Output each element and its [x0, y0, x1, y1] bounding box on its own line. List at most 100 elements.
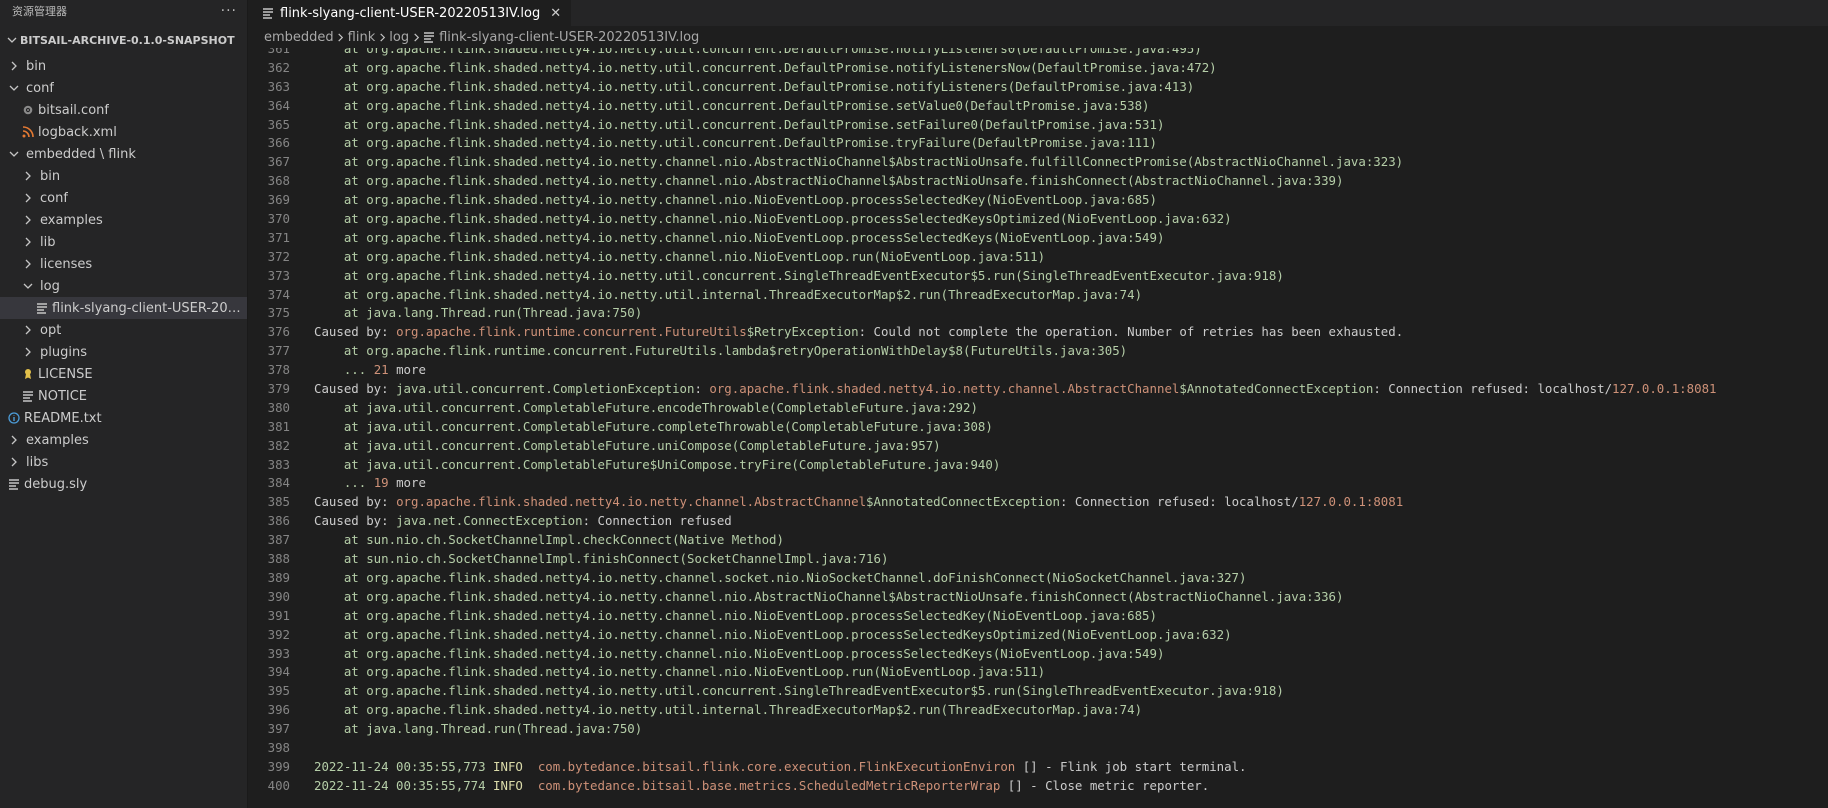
chevron-right-icon: [409, 32, 423, 42]
line-text: Caused by: java.util.concurrent.Completi…: [290, 380, 1716, 399]
line-number: 398: [267, 739, 290, 755]
tree-item-label: NOTICE: [38, 388, 88, 404]
code-line: 375 at java.lang.Thread.run(Thread.java:…: [248, 304, 1716, 323]
code-line: 367 at org.apache.flink.shaded.netty4.io…: [248, 153, 1716, 172]
line-number: 370: [267, 211, 290, 227]
token: more: [388, 475, 426, 491]
line-number: 391: [267, 607, 290, 623]
chevron-right-icon: [20, 237, 36, 247]
tab-active-log[interactable]: flink-slyang-client-USER-20220513IV.log …: [248, 0, 573, 26]
token: Caused by:: [314, 513, 397, 529]
folder-item[interactable]: embedded \ flink: [0, 143, 247, 165]
folder-item[interactable]: opt: [0, 319, 247, 341]
editor-lines: 361 at org.apache.flink.shaded.netty4.io…: [248, 48, 1717, 796]
close-icon[interactable]: ✕: [550, 6, 561, 21]
workspace-root[interactable]: BITSAIL-ARCHIVE-0.1.0-SNAPSHOT: [0, 25, 247, 55]
code-line: 395 at org.apache.flink.shaded.netty4.io…: [248, 682, 1716, 701]
token: at org.apache.flink.shaded.netty4.io.net…: [314, 173, 1344, 189]
folder-item[interactable]: conf: [0, 187, 247, 209]
chevron-right-icon: [20, 193, 36, 203]
folder-item[interactable]: examples: [0, 209, 247, 231]
more-actions-icon[interactable]: ···: [221, 3, 237, 19]
token: at org.apache.flink.shaded.netty4.io.net…: [314, 286, 1143, 302]
line-number: 384: [267, 475, 290, 491]
token: INFO: [493, 777, 523, 793]
token: $AnnotatedConnectException: [866, 494, 1060, 510]
tree-item-label: flink-slyang-client-USER-2022051...: [52, 300, 247, 316]
line-text: at org.apache.flink.shaded.netty4.io.net…: [290, 286, 1142, 305]
line-text: Caused by: org.apache.flink.runtime.conc…: [290, 323, 1403, 342]
token: java.net.ConnectException: [396, 513, 583, 529]
token: at org.apache.flink.shaded.netty4.io.net…: [314, 683, 1284, 699]
folder-item[interactable]: libs: [0, 451, 247, 473]
tree-item-label: conf: [26, 80, 54, 96]
file-item[interactable]: bitsail.conf: [0, 99, 247, 121]
line-number: 364: [267, 97, 290, 113]
line-text: at org.apache.flink.shaded.netty4.io.net…: [290, 97, 1150, 116]
token: $RetryException: [746, 324, 859, 340]
code-editor[interactable]: 361 at org.apache.flink.shaded.netty4.io…: [248, 48, 1828, 808]
tree-item-label: log: [40, 278, 60, 294]
line-number: 361: [267, 48, 290, 56]
tree-item-label: opt: [40, 322, 62, 338]
file-item[interactable]: logback.xml: [0, 121, 247, 143]
line-number: 369: [267, 192, 290, 208]
breadcrumb-item[interactable]: log: [389, 30, 409, 45]
line-text: at java.lang.Thread.run(Thread.java:750): [290, 720, 642, 739]
file-item[interactable]: debug.sly: [0, 473, 247, 495]
token: at org.apache.flink.shaded.netty4.io.net…: [314, 135, 1157, 151]
chevron-down-icon: [4, 35, 20, 45]
line-text: at org.apache.flink.shaded.netty4.io.net…: [290, 191, 1157, 210]
token: ...: [314, 475, 374, 491]
token: : Connection refused: localhost/: [1373, 381, 1613, 397]
line-number: 372: [267, 248, 290, 264]
file-item[interactable]: NOTICE: [0, 385, 247, 407]
chevron-down-icon: [6, 83, 22, 93]
line-text: at org.apache.flink.shaded.netty4.io.net…: [290, 701, 1142, 720]
chevron-right-icon: [20, 259, 36, 269]
line-number: 376: [267, 324, 290, 340]
line-text: Caused by: java.net.ConnectException: Co…: [290, 512, 732, 531]
file-item[interactable]: flink-slyang-client-USER-2022051...: [0, 297, 247, 319]
token: at org.apache.flink.runtime.concurrent.F…: [314, 343, 1128, 359]
folder-item[interactable]: plugins: [0, 341, 247, 363]
folder-item[interactable]: log: [0, 275, 247, 297]
folder-item[interactable]: lib: [0, 231, 247, 253]
code-line: 390 at org.apache.flink.shaded.netty4.io…: [248, 588, 1716, 607]
tree-item-label: conf: [40, 190, 68, 206]
breadcrumb-item[interactable]: embedded: [264, 30, 334, 45]
line-number: 373: [267, 267, 290, 283]
line-number: 368: [267, 173, 290, 189]
code-line: 389 at org.apache.flink.shaded.netty4.io…: [248, 569, 1716, 588]
line-text: at java.lang.Thread.run(Thread.java:750): [290, 304, 642, 323]
breadcrumb-item[interactable]: flink: [348, 30, 376, 45]
folder-item[interactable]: bin: [0, 165, 247, 187]
line-text: [290, 739, 314, 758]
token: : Connection refused: localhost/: [1060, 494, 1299, 510]
tree-item-label: examples: [26, 432, 89, 448]
file-item[interactable]: LICENSE: [0, 363, 247, 385]
code-line: 374 at org.apache.flink.shaded.netty4.io…: [248, 286, 1716, 305]
folder-item[interactable]: bin: [0, 55, 247, 77]
code-line: 365 at org.apache.flink.shaded.netty4.io…: [248, 116, 1716, 135]
breadcrumb-item[interactable]: flink-slyang-client-USER-20220513IV.log: [423, 30, 699, 45]
line-text: at org.apache.flink.shaded.netty4.io.net…: [290, 153, 1403, 172]
code-line: 366 at org.apache.flink.shaded.netty4.io…: [248, 134, 1716, 153]
line-number: 380: [267, 399, 290, 415]
code-line: 363 at org.apache.flink.shaded.netty4.io…: [248, 78, 1716, 97]
token: $AnnotatedConnectException: [1179, 381, 1374, 397]
folder-item[interactable]: examples: [0, 429, 247, 451]
chevron-down-icon: [6, 149, 22, 159]
folder-item[interactable]: conf: [0, 77, 247, 99]
file-item[interactable]: README.txt: [0, 407, 247, 429]
tree-item-label: libs: [26, 454, 49, 470]
token: com.bytedance.bitsail.flink.core.executi…: [537, 758, 1016, 774]
folder-item[interactable]: licenses: [0, 253, 247, 275]
text-file-icon: [6, 478, 22, 490]
token: at org.apache.flink.shaded.netty4.io.net…: [314, 645, 1165, 661]
token: [] - Close metric reporter.: [1000, 777, 1210, 793]
token: 2022-11-24 00:35:55,774: [314, 777, 486, 793]
tree-item-label: bitsail.conf: [38, 102, 109, 118]
